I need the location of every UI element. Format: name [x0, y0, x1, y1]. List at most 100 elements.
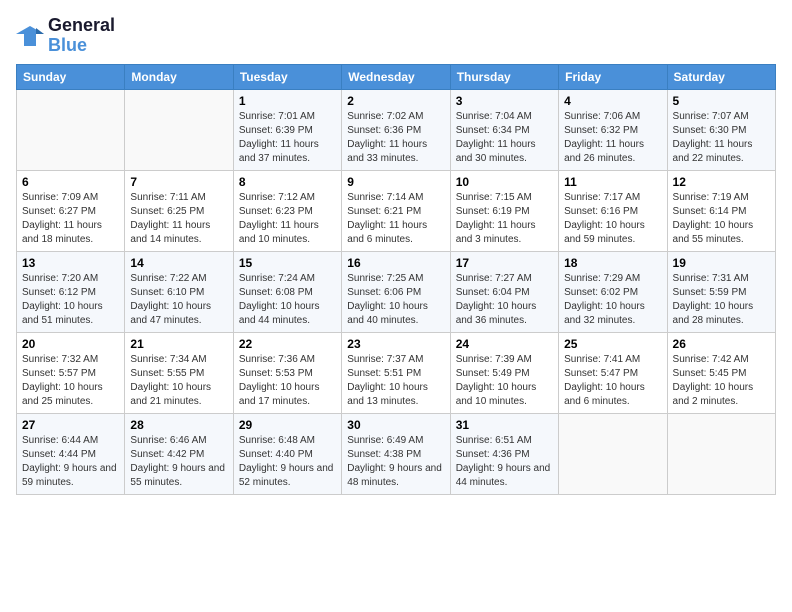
day-number: 29	[239, 418, 336, 432]
calendar-cell: 16 Sunrise: 7:25 AM Sunset: 6:06 PM Dayli…	[342, 251, 450, 332]
calendar-cell	[17, 89, 125, 170]
calendar-cell: 20 Sunrise: 7:32 AM Sunset: 5:57 PM Dayli…	[17, 332, 125, 413]
day-number: 10	[456, 175, 553, 189]
day-details: Sunrise: 7:14 AM Sunset: 6:21 PM Dayligh…	[347, 191, 444, 247]
day-header-sunday: Sunday	[17, 64, 125, 89]
day-number: 28	[130, 418, 227, 432]
day-details: Sunrise: 7:09 AM Sunset: 6:27 PM Dayligh…	[22, 191, 119, 247]
day-number: 17	[456, 256, 553, 270]
day-number: 31	[456, 418, 553, 432]
day-number: 25	[564, 337, 661, 351]
day-details: Sunrise: 7:19 AM Sunset: 6:14 PM Dayligh…	[673, 191, 770, 247]
calendar-cell: 4Sunrise: 7:06 AM Sunset: 6:32 PM Daylig…	[559, 89, 667, 170]
day-details: Sunrise: 6:46 AM Sunset: 4:42 PM Dayligh…	[130, 434, 227, 490]
calendar-cell	[125, 89, 233, 170]
week-row-3: 13Sunrise: 7:20 AM Sunset: 6:12 PM Dayli…	[17, 251, 776, 332]
day-number: 7	[130, 175, 227, 189]
calendar-cell	[559, 413, 667, 494]
day-details: Sunrise: 7:17 AM Sunset: 6:16 PM Dayligh…	[564, 191, 661, 247]
day-details: Sunrise: 6:48 AM Sunset: 4:40 PM Dayligh…	[239, 434, 336, 490]
day-number: 6	[22, 175, 119, 189]
day-number: 1	[239, 94, 336, 108]
calendar-body: 1 Sunrise: 7:01 AM Sunset: 6:39 PM Daylig…	[17, 89, 776, 494]
calendar-cell: 21Sunrise: 7:34 AM Sunset: 5:55 PM Dayli…	[125, 332, 233, 413]
day-number: 24	[456, 337, 553, 351]
calendar-cell: 29 Sunrise: 6:48 AM Sunset: 4:40 PM Dayli…	[233, 413, 341, 494]
day-details: Sunrise: 7:11 AM Sunset: 6:25 PM Dayligh…	[130, 191, 227, 247]
day-number: 27	[22, 418, 119, 432]
day-details: Sunrise: 7:32 AM Sunset: 5:57 PM Dayligh…	[22, 353, 119, 409]
calendar-cell: 7 Sunrise: 7:11 AM Sunset: 6:25 PM Daylig…	[125, 170, 233, 251]
calendar-table: SundayMondayTuesdayWednesdayThursdayFrid…	[16, 64, 776, 495]
day-details: Sunrise: 6:51 AM Sunset: 4:36 PM Dayligh…	[456, 434, 553, 490]
day-header-friday: Friday	[559, 64, 667, 89]
day-details: Sunrise: 6:44 AM Sunset: 4:44 PM Dayligh…	[22, 434, 119, 490]
week-row-1: 1 Sunrise: 7:01 AM Sunset: 6:39 PM Daylig…	[17, 89, 776, 170]
calendar-cell: 22 Sunrise: 7:36 AM Sunset: 5:53 PM Dayli…	[233, 332, 341, 413]
day-header-tuesday: Tuesday	[233, 64, 341, 89]
week-row-4: 20 Sunrise: 7:32 AM Sunset: 5:57 PM Dayli…	[17, 332, 776, 413]
calendar-cell: 8Sunrise: 7:12 AM Sunset: 6:23 PM Daylig…	[233, 170, 341, 251]
day-header-wednesday: Wednesday	[342, 64, 450, 89]
day-details: Sunrise: 7:41 AM Sunset: 5:47 PM Dayligh…	[564, 353, 661, 409]
day-number: 19	[673, 256, 770, 270]
day-details: Sunrise: 6:49 AM Sunset: 4:38 PM Dayligh…	[347, 434, 444, 490]
day-number: 16	[347, 256, 444, 270]
calendar-header: SundayMondayTuesdayWednesdayThursdayFrid…	[17, 64, 776, 89]
day-number: 4	[564, 94, 661, 108]
day-number: 20	[22, 337, 119, 351]
day-details: Sunrise: 7:01 AM Sunset: 6:39 PM Dayligh…	[239, 110, 336, 166]
day-details: Sunrise: 7:31 AM Sunset: 5:59 PM Dayligh…	[673, 272, 770, 328]
calendar-cell: 28 Sunrise: 6:46 AM Sunset: 4:42 PM Dayli…	[125, 413, 233, 494]
day-number: 13	[22, 256, 119, 270]
logo-icon	[16, 24, 44, 48]
day-number: 18	[564, 256, 661, 270]
calendar-cell: 27 Sunrise: 6:44 AM Sunset: 4:44 PM Dayli…	[17, 413, 125, 494]
calendar-cell: 6 Sunrise: 7:09 AM Sunset: 6:27 PM Daylig…	[17, 170, 125, 251]
header-row: SundayMondayTuesdayWednesdayThursdayFrid…	[17, 64, 776, 89]
calendar-cell: 11 Sunrise: 7:17 AM Sunset: 6:16 PM Dayli…	[559, 170, 667, 251]
calendar-cell: 18 Sunrise: 7:29 AM Sunset: 6:02 PM Dayli…	[559, 251, 667, 332]
day-number: 15	[239, 256, 336, 270]
calendar-cell: 15Sunrise: 7:24 AM Sunset: 6:08 PM Dayli…	[233, 251, 341, 332]
day-number: 2	[347, 94, 444, 108]
calendar-cell: 3 Sunrise: 7:04 AM Sunset: 6:34 PM Daylig…	[450, 89, 558, 170]
calendar-cell: 14Sunrise: 7:22 AM Sunset: 6:10 PM Dayli…	[125, 251, 233, 332]
day-header-monday: Monday	[125, 64, 233, 89]
calendar-cell: 13Sunrise: 7:20 AM Sunset: 6:12 PM Dayli…	[17, 251, 125, 332]
day-details: Sunrise: 7:15 AM Sunset: 6:19 PM Dayligh…	[456, 191, 553, 247]
page-header: General Blue	[16, 16, 776, 56]
day-details: Sunrise: 7:04 AM Sunset: 6:34 PM Dayligh…	[456, 110, 553, 166]
day-header-thursday: Thursday	[450, 64, 558, 89]
calendar-cell: 2Sunrise: 7:02 AM Sunset: 6:36 PM Daylig…	[342, 89, 450, 170]
calendar-cell	[667, 413, 775, 494]
day-details: Sunrise: 7:36 AM Sunset: 5:53 PM Dayligh…	[239, 353, 336, 409]
calendar-cell: 25 Sunrise: 7:41 AM Sunset: 5:47 PM Dayli…	[559, 332, 667, 413]
calendar-cell: 9 Sunrise: 7:14 AM Sunset: 6:21 PM Daylig…	[342, 170, 450, 251]
logo-text: General Blue	[48, 16, 115, 56]
day-number: 22	[239, 337, 336, 351]
day-details: Sunrise: 7:42 AM Sunset: 5:45 PM Dayligh…	[673, 353, 770, 409]
logo: General Blue	[16, 16, 115, 56]
day-details: Sunrise: 7:25 AM Sunset: 6:06 PM Dayligh…	[347, 272, 444, 328]
day-number: 26	[673, 337, 770, 351]
day-details: Sunrise: 7:39 AM Sunset: 5:49 PM Dayligh…	[456, 353, 553, 409]
calendar-cell: 10 Sunrise: 7:15 AM Sunset: 6:19 PM Dayli…	[450, 170, 558, 251]
calendar-cell: 19 Sunrise: 7:31 AM Sunset: 5:59 PM Dayli…	[667, 251, 775, 332]
calendar-cell: 24 Sunrise: 7:39 AM Sunset: 5:49 PM Dayli…	[450, 332, 558, 413]
calendar-cell: 17Sunrise: 7:27 AM Sunset: 6:04 PM Dayli…	[450, 251, 558, 332]
day-number: 12	[673, 175, 770, 189]
calendar-cell: 31 Sunrise: 6:51 AM Sunset: 4:36 PM Dayli…	[450, 413, 558, 494]
day-number: 23	[347, 337, 444, 351]
day-number: 11	[564, 175, 661, 189]
day-number: 14	[130, 256, 227, 270]
day-details: Sunrise: 7:29 AM Sunset: 6:02 PM Dayligh…	[564, 272, 661, 328]
calendar-cell: 23 Sunrise: 7:37 AM Sunset: 5:51 PM Dayli…	[342, 332, 450, 413]
day-number: 9	[347, 175, 444, 189]
day-details: Sunrise: 7:37 AM Sunset: 5:51 PM Dayligh…	[347, 353, 444, 409]
day-number: 8	[239, 175, 336, 189]
calendar-cell: 5Sunrise: 7:07 AM Sunset: 6:30 PM Daylig…	[667, 89, 775, 170]
calendar-cell: 30Sunrise: 6:49 AM Sunset: 4:38 PM Dayli…	[342, 413, 450, 494]
day-number: 3	[456, 94, 553, 108]
day-details: Sunrise: 7:07 AM Sunset: 6:30 PM Dayligh…	[673, 110, 770, 166]
